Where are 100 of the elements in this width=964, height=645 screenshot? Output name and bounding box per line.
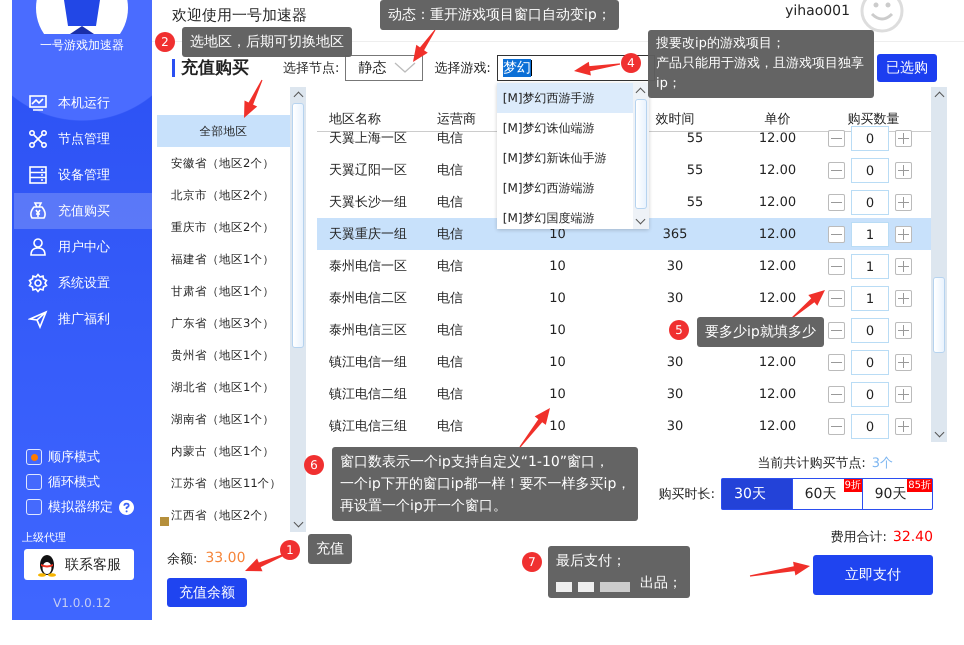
suggestion-item[interactable]: [M]梦幻西游端游	[496, 173, 633, 203]
increase-button[interactable]	[895, 194, 912, 210]
increase-button[interactable]	[895, 354, 912, 370]
selected-items-button[interactable]: 已选购	[877, 54, 937, 82]
scrollbar[interactable]	[931, 87, 947, 442]
recharge-button[interactable]: 充值余额	[167, 578, 247, 607]
region-item[interactable]: 广东省（地区3个）	[157, 307, 290, 339]
decrease-button[interactable]	[828, 354, 845, 370]
decrease-button[interactable]	[828, 322, 845, 338]
node-select[interactable]: 静态	[345, 55, 424, 81]
decrease-button[interactable]	[828, 194, 845, 210]
carrier-cell: 电信	[437, 195, 463, 210]
region-name-cell[interactable]: 天翼辽阳一区	[317, 161, 415, 179]
region-item[interactable]: 安徽省（地区2个）	[157, 147, 290, 179]
callout-text: 一个ip下开的窗口ip都一样！要不一样多买ip，	[340, 476, 630, 492]
increase-button[interactable]	[895, 226, 912, 242]
settings-icon	[28, 273, 48, 293]
region-item[interactable]: 内蒙古（地区1个）	[157, 435, 290, 467]
region-name-cell[interactable]: 镇江电信二组	[317, 385, 415, 403]
region-name-cell[interactable]: 天翼重庆一组	[317, 225, 415, 243]
app-name: 一号游戏加速器	[39, 37, 125, 54]
quantity-field[interactable]: 0	[851, 126, 889, 150]
carrier-cell: 电信	[437, 163, 463, 178]
region-item[interactable]: 重庆市（地区2个）	[157, 211, 290, 243]
quantity-field[interactable]: 1	[851, 286, 889, 310]
plus-icon	[898, 420, 909, 432]
increase-button[interactable]	[895, 386, 912, 402]
quantity-field[interactable]: 0	[851, 382, 889, 406]
price-cell: 12.00	[758, 418, 796, 434]
quantity-field[interactable]: 0	[851, 318, 889, 342]
duration-tab[interactable]: 60天 9折	[792, 479, 862, 509]
duration-tab[interactable]: 30天	[722, 479, 792, 509]
duration-label: 购买时长:	[658, 486, 715, 503]
welcome-text: 欢迎使用一号加速器	[172, 6, 307, 25]
plus-icon	[898, 356, 909, 368]
nav-item[interactable]: 推广福利	[12, 301, 152, 337]
region-name-cell[interactable]: 天翼上海一区	[317, 129, 415, 147]
decrease-button[interactable]	[828, 162, 845, 178]
suggestion-item[interactable]: [M]梦幻新诛仙手游	[496, 143, 633, 173]
quantity-field[interactable]: 0	[851, 190, 889, 214]
region-item[interactable]: 全部地区	[157, 115, 290, 147]
checkbox[interactable]	[26, 499, 42, 515]
region-item[interactable]: 湖北省（地区1个）	[157, 371, 290, 403]
suggestion-item[interactable]: [M]梦幻诛仙端游	[496, 113, 633, 143]
chevron-down-icon	[394, 62, 416, 74]
avatar-icon[interactable]	[860, 0, 904, 32]
contact-support-button[interactable]: 联系客服	[24, 549, 134, 580]
carrier-cell: 电信	[437, 419, 463, 434]
increase-button[interactable]	[895, 130, 912, 146]
scrollbar[interactable]	[290, 87, 306, 532]
decrease-button[interactable]	[828, 418, 845, 434]
region-item[interactable]: 福建省（地区1个）	[157, 243, 290, 275]
decrease-button[interactable]	[828, 258, 845, 274]
increase-button[interactable]	[895, 258, 912, 274]
carrier-cell: 电信	[437, 259, 463, 274]
radio-button[interactable]	[26, 449, 42, 465]
duration-cell: 55	[686, 194, 704, 210]
increase-button[interactable]	[895, 418, 912, 434]
checkbox[interactable]	[26, 474, 42, 490]
decrease-button[interactable]	[828, 130, 845, 146]
region-name-cell[interactable]: 天翼长沙一组	[317, 193, 415, 211]
increase-button[interactable]	[895, 290, 912, 306]
server-icon	[28, 165, 48, 185]
option-label: 模拟器绑定	[48, 499, 113, 516]
quantity-field[interactable]: 0	[851, 350, 889, 374]
quantity-field[interactable]: 0	[851, 414, 889, 438]
region-name-cell[interactable]: 泰州电信二区	[317, 289, 415, 307]
region-name-cell[interactable]: 泰州电信三区	[317, 321, 415, 339]
pay-now-button[interactable]: 立即支付	[813, 555, 933, 595]
nav-item[interactable]: 用户中心	[12, 229, 152, 265]
quantity-field[interactable]: 1	[851, 222, 889, 246]
help-icon[interactable]	[119, 500, 134, 514]
region-item[interactable]: 贵州省（地区1个）	[157, 339, 290, 371]
region-name-cell[interactable]: 镇江电信三组	[317, 417, 415, 435]
decrease-button[interactable]	[828, 226, 845, 242]
decrease-button[interactable]	[828, 290, 845, 306]
increase-button[interactable]	[895, 162, 912, 178]
game-label: 选择游戏:	[434, 60, 491, 77]
region-item[interactable]: 甘肃省（地区1个）	[157, 275, 290, 307]
scrollbar[interactable]	[632, 83, 649, 229]
increase-button[interactable]	[895, 322, 912, 338]
region-item[interactable]: 湖南省（地区1个）	[157, 403, 290, 435]
region-name-cell[interactable]: 镇江电信一组	[317, 353, 415, 371]
region-name-cell[interactable]: 泰州电信一区	[317, 257, 415, 275]
nav-item[interactable]: 本机运行	[12, 85, 152, 121]
nav-item[interactable]: 设备管理	[12, 157, 152, 193]
decrease-button[interactable]	[828, 386, 845, 402]
region-item[interactable]: 江西省（地区2个）	[157, 499, 290, 531]
price-cell: 12.00	[758, 162, 796, 178]
plus-icon	[898, 228, 909, 240]
nav-item[interactable]: 充值购买	[14, 193, 152, 229]
nav-item[interactable]: 节点管理	[12, 121, 152, 157]
column-header: 效时间	[656, 112, 694, 127]
suggestion-item[interactable]: [M]梦幻西游手游	[496, 83, 633, 113]
nav-item[interactable]: 系统设置	[12, 265, 152, 301]
region-item[interactable]: 江苏省（地区11个）	[157, 467, 290, 499]
region-item[interactable]: 北京市（地区2个）	[157, 179, 290, 211]
quantity-field[interactable]: 1	[851, 254, 889, 278]
money-bag-icon	[28, 201, 48, 221]
quantity-field[interactable]: 0	[851, 158, 889, 182]
